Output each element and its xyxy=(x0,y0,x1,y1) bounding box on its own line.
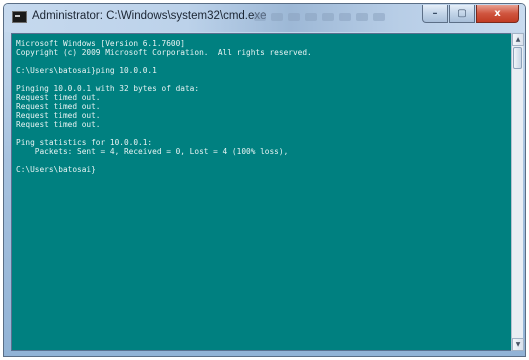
console-line: Request timed out. xyxy=(16,111,101,120)
scroll-thumb[interactable] xyxy=(513,47,522,69)
console-line: C:\Users\batosai} xyxy=(16,165,96,174)
console-line: Request timed out. xyxy=(16,102,101,111)
cmd-icon[interactable] xyxy=(12,11,27,23)
close-button[interactable]: x xyxy=(476,5,519,23)
scroll-down-arrow-icon[interactable]: ▼ xyxy=(512,338,524,351)
vertical-scrollbar[interactable]: ▲ ▼ xyxy=(511,33,524,351)
console-line: Request timed out. xyxy=(16,93,101,102)
console-line: Ping statistics for 10.0.0.1: xyxy=(16,138,153,147)
title-bar[interactable]: Administrator: C:\Windows\system32\cmd.e… xyxy=(4,4,525,32)
title-bar-blur-decoration xyxy=(254,13,404,23)
window-controls: – ▢ x xyxy=(422,5,519,23)
console-output[interactable]: Microsoft Windows [Version 6.1.7600] Copy… xyxy=(11,33,513,351)
maximize-button[interactable]: ▢ xyxy=(449,5,475,23)
console-line: Microsoft Windows [Version 6.1.7600] xyxy=(16,39,185,48)
window-title: Administrator: C:\Windows\system32\cmd.e… xyxy=(32,10,267,22)
scroll-up-arrow-icon[interactable]: ▲ xyxy=(512,33,524,46)
console-line: Copyright (c) 2009 Microsoft Corporation… xyxy=(16,48,312,57)
minimize-button[interactable]: – xyxy=(422,5,448,23)
cmd-window: Administrator: C:\Windows\system32\cmd.e… xyxy=(3,3,526,357)
console-line: Request timed out. xyxy=(16,120,101,129)
console-line: Packets: Sent = 4, Received = 0, Lost = … xyxy=(16,147,289,156)
console-text: Microsoft Windows [Version 6.1.7600] Copy… xyxy=(16,39,312,174)
console-line: Pinging 10.0.0.1 with 32 bytes of data: xyxy=(16,84,200,93)
console-line: C:\Users\batosai}ping 10.0.0.1 xyxy=(16,66,157,75)
